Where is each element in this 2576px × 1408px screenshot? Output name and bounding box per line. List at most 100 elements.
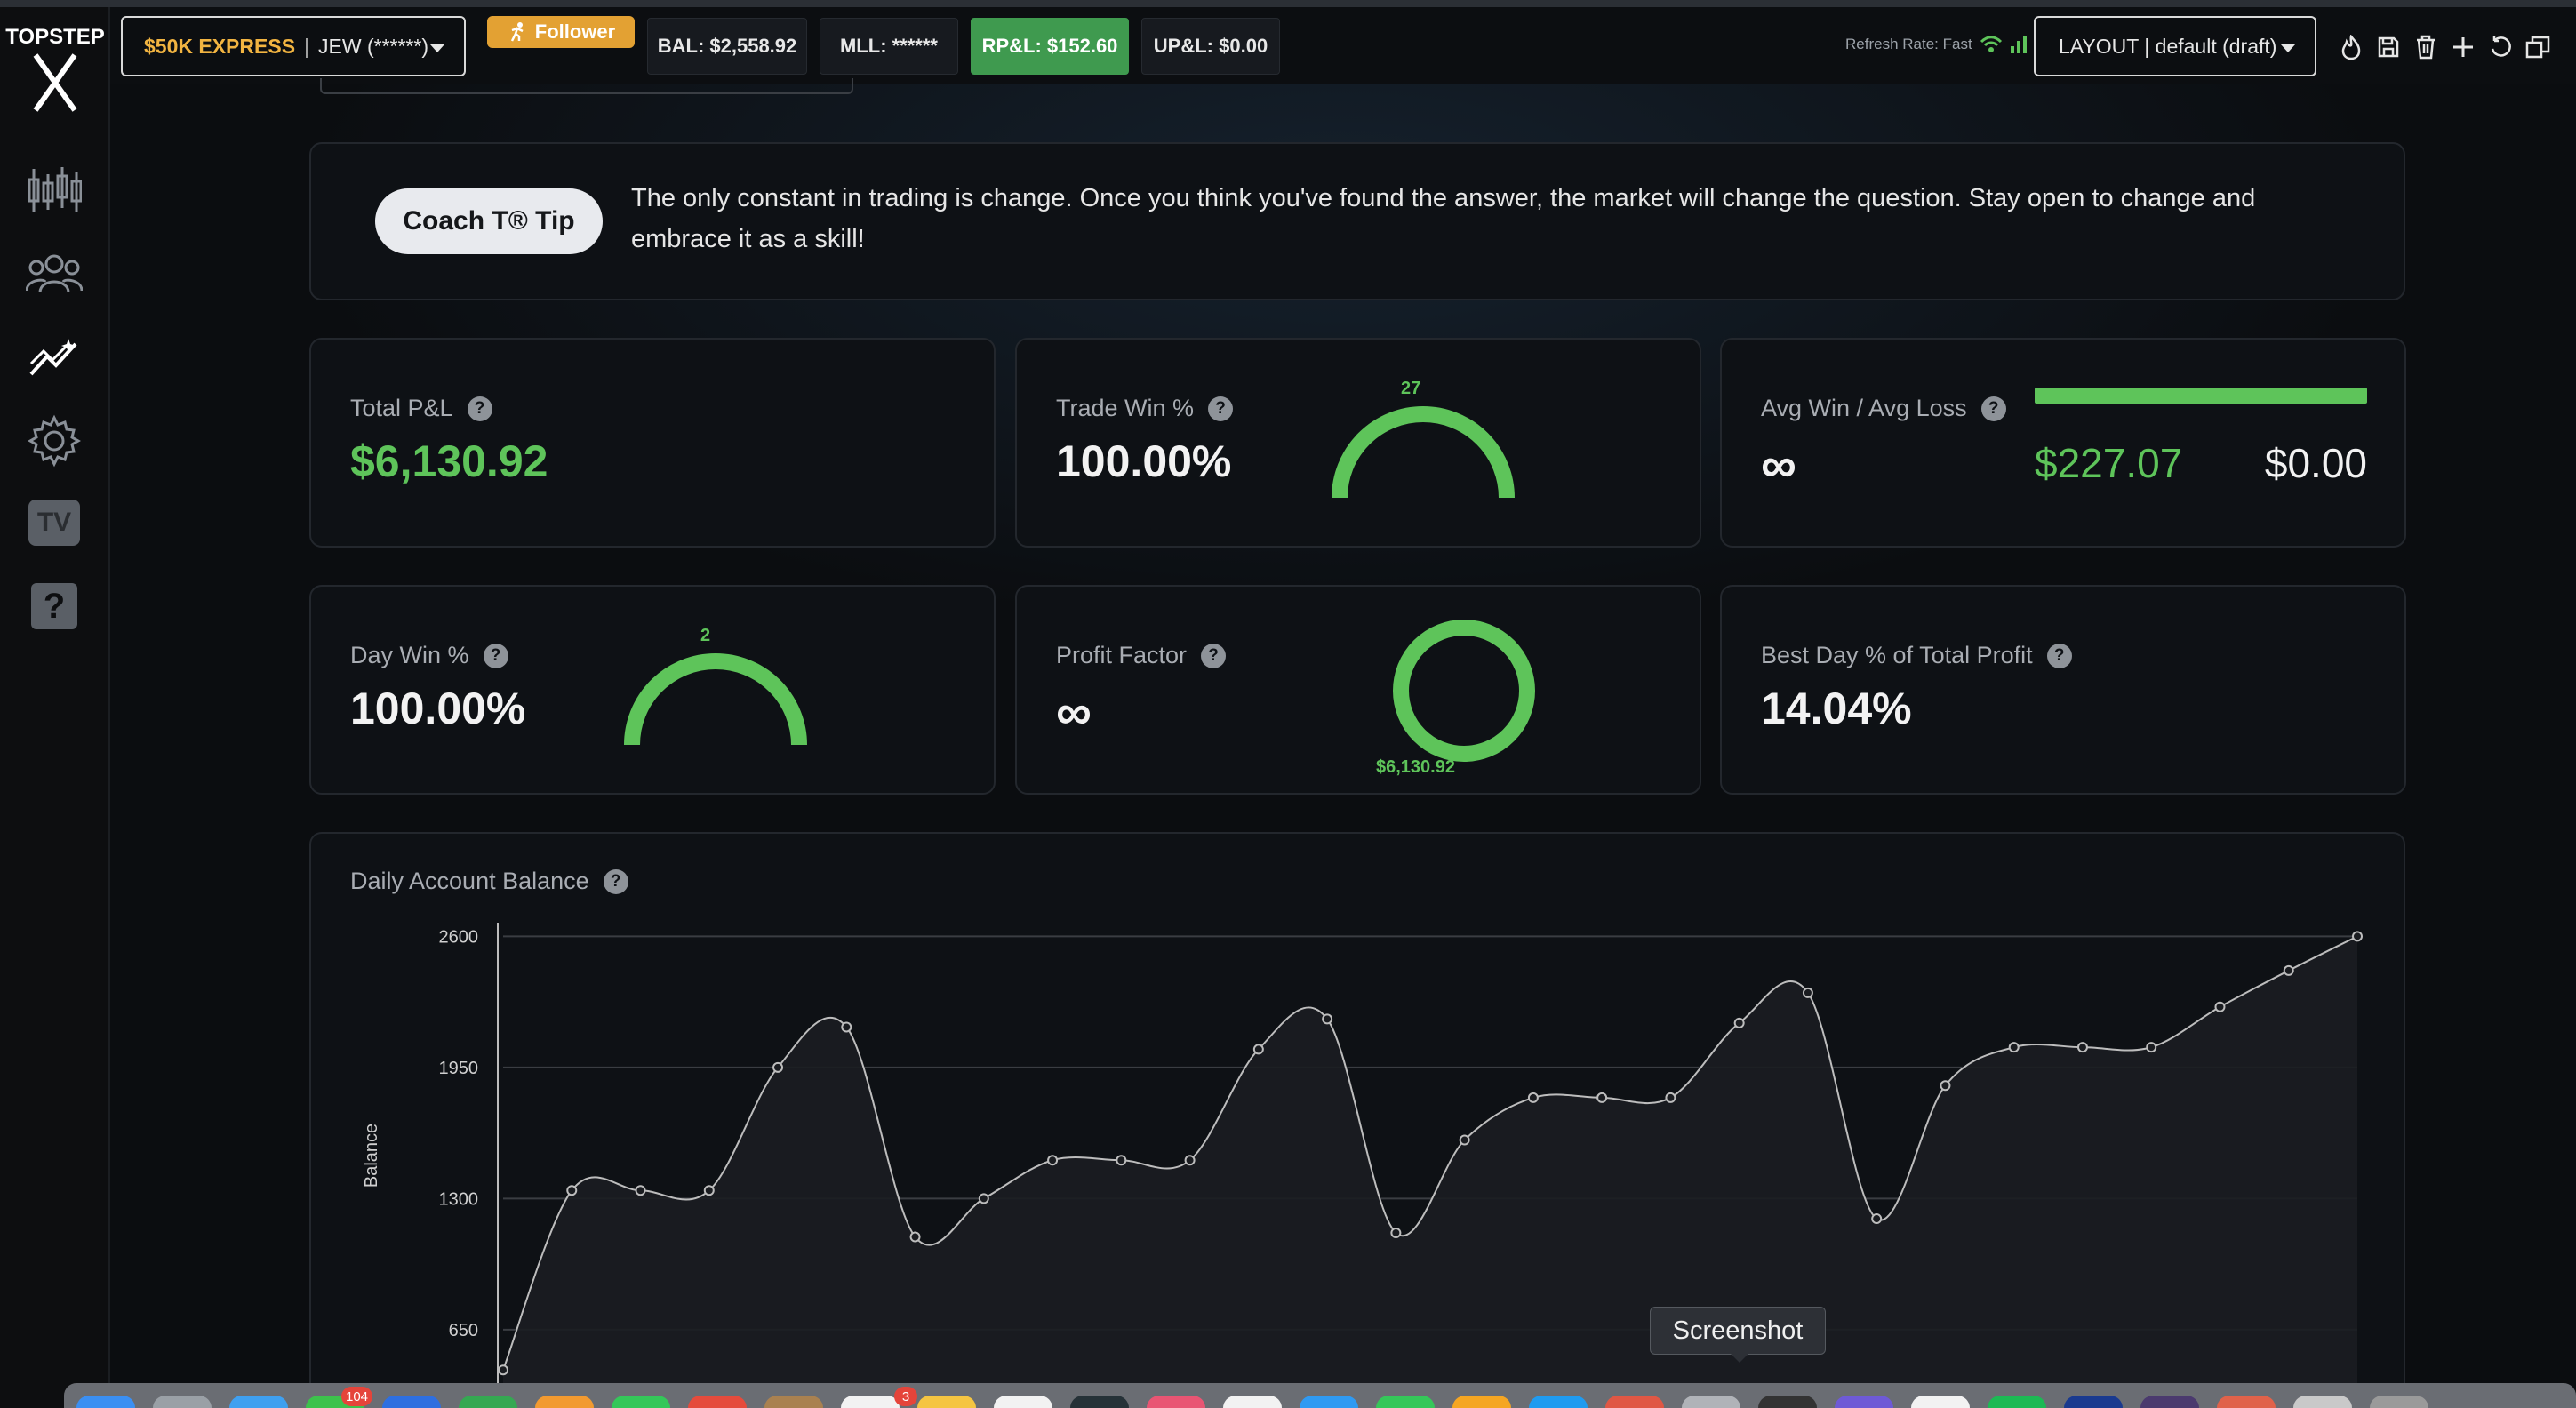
- balance-data-point[interactable]: [498, 1364, 508, 1376]
- analytics-icon[interactable]: [25, 331, 84, 384]
- help-icon[interactable]: ?: [25, 580, 84, 633]
- account-separator: |: [304, 34, 310, 58]
- balance-data-point[interactable]: [2008, 1042, 2020, 1053]
- dock-app-icon[interactable]: [153, 1396, 212, 1408]
- balance-data-point[interactable]: [1047, 1155, 1059, 1166]
- refresh-rate-label: Refresh Rate: Fast: [1845, 36, 1972, 52]
- balance-data-point[interactable]: [1527, 1092, 1539, 1103]
- dock-app-icon[interactable]: [535, 1396, 594, 1408]
- dock-app-icon[interactable]: [764, 1396, 823, 1408]
- balance-data-point[interactable]: [1733, 1017, 1745, 1028]
- best-day-card: Best Day % of Total Profit ? 14.04%: [1720, 585, 2406, 795]
- trade-win-card: Trade Win % ? 100.00% 27: [1015, 338, 1701, 548]
- balance-data-point[interactable]: [1596, 1092, 1608, 1103]
- day-win-gauge: [624, 653, 807, 746]
- dock-app-icon[interactable]: [1682, 1396, 1740, 1408]
- layout-label: LAYOUT | default (draft): [2059, 34, 2277, 58]
- dock-app-icon[interactable]: [1300, 1396, 1358, 1408]
- balance-data-point[interactable]: [772, 1061, 784, 1073]
- balance-data-point[interactable]: [2214, 1001, 2226, 1012]
- dock-app-icon[interactable]: [2064, 1396, 2123, 1408]
- balance-data-point[interactable]: [1665, 1092, 1676, 1103]
- balance-data-point[interactable]: [2076, 1042, 2088, 1053]
- balance-data-point[interactable]: [909, 1231, 921, 1243]
- balance-data-point[interactable]: [1252, 1044, 1264, 1055]
- dock-app-icon[interactable]: [1529, 1396, 1588, 1408]
- balance-data-point[interactable]: [1184, 1155, 1196, 1166]
- coach-tip-button[interactable]: Coach T® Tip: [375, 188, 603, 254]
- chevron-down-icon: [430, 44, 444, 52]
- balance-data-point[interactable]: [2283, 964, 2294, 976]
- balance-data-point[interactable]: [1871, 1213, 1883, 1225]
- help-icon[interactable]: ?: [483, 643, 508, 668]
- balance-data-point[interactable]: [635, 1185, 646, 1196]
- users-icon[interactable]: [25, 247, 84, 300]
- dock-app-icon[interactable]: [1147, 1396, 1205, 1408]
- balance-data-point[interactable]: [1802, 987, 1813, 998]
- total-pnl-card: Total P&L ? $6,130.92: [309, 338, 996, 548]
- balance-data-point[interactable]: [1322, 1013, 1333, 1025]
- runner-icon: [510, 22, 524, 42]
- tv-icon-label: TV: [28, 500, 80, 546]
- topstep-logo[interactable]: TOPSTEP: [0, 25, 110, 112]
- dock-app-icon[interactable]: [612, 1396, 670, 1408]
- dock-app-icon[interactable]: [917, 1396, 976, 1408]
- save-icon[interactable]: [2375, 34, 2402, 60]
- help-icon[interactable]: ?: [1201, 643, 1227, 668]
- dock-app-icon[interactable]: [2370, 1396, 2428, 1408]
- balance-chip: BAL: $2,558.92: [647, 18, 807, 75]
- balance-data-point[interactable]: [1940, 1080, 1951, 1092]
- add-icon[interactable]: [2450, 34, 2476, 60]
- dock-app-icon[interactable]: [841, 1396, 900, 1408]
- avg-loss-value: $0.00: [2264, 440, 2367, 486]
- rpnl-chip: RP&L: $152.60: [971, 18, 1129, 75]
- flame-icon[interactable]: [2338, 34, 2364, 60]
- avg-win-loss-label-row: Avg Win / Avg Loss ?: [1761, 395, 2006, 422]
- candlestick-chart-icon[interactable]: [25, 164, 84, 217]
- settings-icon[interactable]: [25, 414, 84, 468]
- dock-app-icon[interactable]: [2140, 1396, 2199, 1408]
- dock-app-icon[interactable]: [1758, 1396, 1817, 1408]
- popout-icon[interactable]: [2524, 34, 2551, 60]
- dock-app-icon[interactable]: [382, 1396, 441, 1408]
- help-icon[interactable]: ?: [2046, 643, 2072, 668]
- dock-app-icon[interactable]: [1070, 1396, 1129, 1408]
- help-icon[interactable]: ?: [467, 396, 492, 421]
- dock-app-icon[interactable]: [229, 1396, 288, 1408]
- balance-data-point[interactable]: [703, 1185, 715, 1196]
- balance-data-point[interactable]: [2352, 931, 2363, 942]
- dock-app-icon[interactable]: [459, 1396, 517, 1408]
- dock-app-icon[interactable]: [1223, 1396, 1282, 1408]
- balance-data-point[interactable]: [1390, 1227, 1402, 1238]
- day-win-gauge-count: 2: [700, 626, 711, 645]
- balance-data-point[interactable]: [841, 1021, 852, 1033]
- total-pnl-label: Total P&L: [350, 395, 453, 421]
- account-select[interactable]: $50K EXPRESS | JEW (******): [121, 16, 466, 76]
- dock-app-icon[interactable]: [76, 1396, 135, 1408]
- dock-app-icon[interactable]: [994, 1396, 1052, 1408]
- balance-data-point[interactable]: [2146, 1042, 2157, 1053]
- balance-data-point[interactable]: [978, 1193, 989, 1204]
- dock-app-icon[interactable]: [1605, 1396, 1664, 1408]
- dock-app-icon[interactable]: [1835, 1396, 1893, 1408]
- dock-app-icon[interactable]: [1911, 1396, 1970, 1408]
- trash-icon[interactable]: [2412, 34, 2439, 60]
- undo-icon[interactable]: [2487, 34, 2514, 60]
- balance-data-point[interactable]: [1116, 1155, 1127, 1166]
- dock-app-icon[interactable]: [1988, 1396, 2046, 1408]
- dock-app-icon[interactable]: [1452, 1396, 1511, 1408]
- dock-app-icon[interactable]: [688, 1396, 747, 1408]
- best-day-label-row: Best Day % of Total Profit ?: [1761, 642, 2072, 669]
- dock-app-icon[interactable]: [1376, 1396, 1435, 1408]
- help-icon[interactable]: ?: [1980, 396, 2006, 421]
- tv-icon[interactable]: TV: [25, 496, 84, 549]
- dock-app-icon[interactable]: [2293, 1396, 2352, 1408]
- layout-select[interactable]: LAYOUT | default (draft): [2034, 16, 2316, 76]
- refresh-rate-indicator[interactable]: Refresh Rate: Fast: [1845, 36, 2028, 53]
- balance-data-point[interactable]: [1459, 1134, 1470, 1146]
- follower-badge[interactable]: Follower: [487, 16, 635, 48]
- balance-data-point[interactable]: [566, 1185, 578, 1196]
- window-top-bar: [0, 0, 2576, 7]
- dock-app-icon[interactable]: [2217, 1396, 2276, 1408]
- help-icon[interactable]: ?: [1208, 396, 1234, 421]
